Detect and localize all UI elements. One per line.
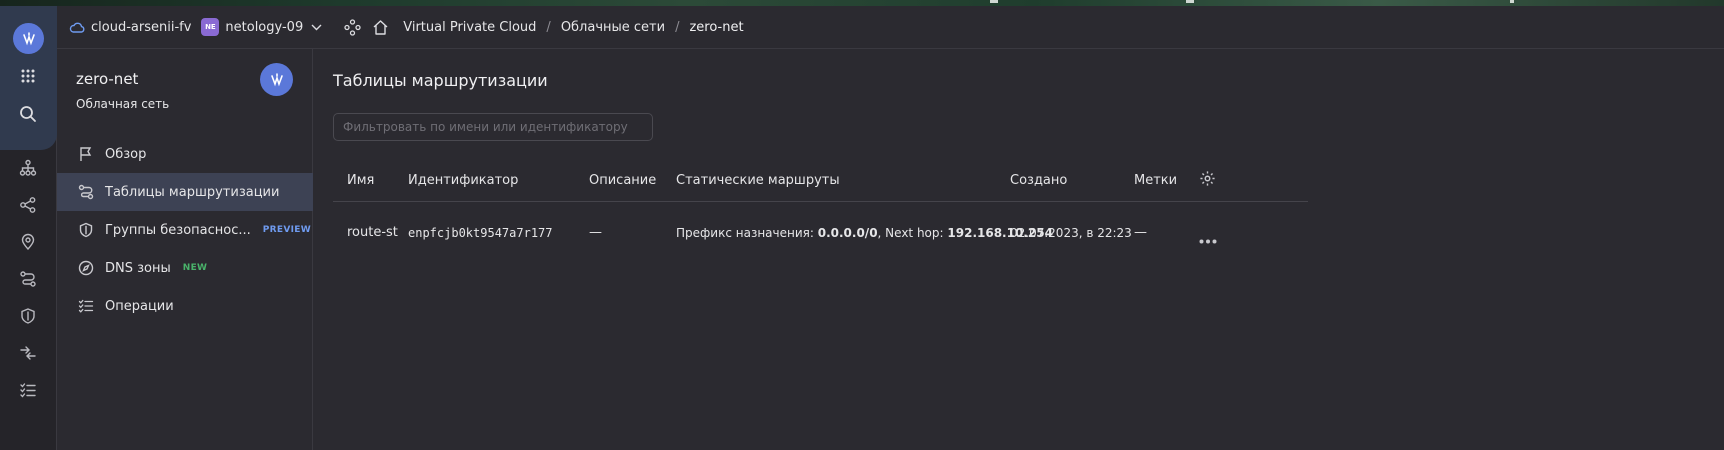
cell-labels: — (1134, 225, 1147, 240)
resource-subtitle: Облачная сеть (76, 97, 170, 111)
service-avatar-icon (260, 63, 293, 96)
cell-static-routes: Префикс назначения: 0.0.0.0/0, Next hop:… (676, 226, 1053, 240)
flag-icon (76, 144, 96, 164)
column-header-name[interactable]: Имя (347, 173, 374, 188)
sidebar-item-security-groups[interactable]: Группы безопаснос... PREVIEW (57, 211, 313, 249)
dns-icon (76, 258, 96, 278)
cell-name[interactable]: route-st (347, 225, 398, 240)
route-icon[interactable] (14, 265, 42, 293)
sidebar-item-label: Группы безопаснос... (105, 222, 251, 238)
left-rail (0, 6, 57, 450)
location-pin-icon[interactable] (14, 228, 42, 256)
folder-name: netology-09 (225, 19, 304, 35)
folder-selector[interactable]: NE netology-09 (201, 18, 322, 36)
main-content: Таблицы маршрутизации Имя Идентификатор … (313, 49, 1724, 450)
breadcrumb-vpc[interactable]: Virtual Private Cloud (403, 20, 536, 35)
cell-id: enpfcjb0kt9547a7r177 (408, 226, 553, 240)
cloud-icon (69, 21, 85, 33)
row-actions-more-icon[interactable] (1199, 233, 1217, 248)
column-header-static-routes[interactable]: Статические маршруты (676, 173, 840, 188)
shield-icon (76, 220, 96, 240)
resource-title: zero-net (76, 70, 139, 88)
strip-fragment (1510, 0, 1514, 3)
table-settings-gear-icon[interactable] (1199, 170, 1216, 191)
transfer-arrows-icon[interactable] (14, 339, 42, 367)
sidebar-item-dns-zones[interactable]: DNS зоны NEW (57, 249, 313, 287)
column-header-description[interactable]: Описание (589, 173, 656, 188)
route-prefix-value: 0.0.0.0/0 (817, 226, 878, 240)
operations-icon (76, 296, 96, 316)
strip-fragment (990, 0, 998, 3)
sidebar-item-label: Операции (105, 298, 174, 314)
cell-description: — (589, 225, 602, 240)
services-icon[interactable] (344, 18, 361, 36)
column-header-created[interactable]: Создано (1010, 173, 1067, 188)
breadcrumb-cloud-networks[interactable]: Облачные сети (561, 20, 665, 35)
top-bar: cloud-arsenii-fv NE netology-09 Virtual … (57, 6, 1724, 49)
home-icon[interactable] (372, 19, 389, 36)
breadcrumb-current: zero-net (689, 19, 744, 35)
filter-input[interactable] (333, 113, 653, 141)
strip-fragment (1186, 0, 1194, 3)
breadcrumb-separator: / (675, 19, 680, 35)
cloud-name: cloud-arsenii-fv (91, 19, 192, 35)
chevron-down-icon (311, 24, 322, 31)
page-title: Таблицы маршрутизации (333, 71, 548, 90)
sidebar-item-route-tables[interactable]: Таблицы маршрутизации (57, 173, 313, 211)
network-icon[interactable] (14, 154, 42, 182)
route-icon (76, 182, 96, 202)
search-icon[interactable] (14, 100, 42, 128)
sidebar-item-label: DNS зоны (105, 260, 171, 276)
route-hop-label: , Next hop: (877, 226, 944, 240)
column-header-labels[interactable]: Метки (1134, 173, 1177, 188)
shield-icon[interactable] (14, 302, 42, 330)
apps-grid-icon[interactable] (14, 62, 42, 90)
sidebar-item-operations[interactable]: Операции (57, 287, 313, 325)
column-header-id[interactable]: Идентификатор (408, 173, 518, 188)
table-header-divider (333, 201, 1308, 202)
cell-created: 02.07.2023, в 22:23 (1010, 226, 1132, 240)
sidebar-item-label: Таблицы маршрутизации (105, 184, 280, 200)
sidebar-item-label: Обзор (105, 146, 147, 162)
preview-badge: PREVIEW (262, 225, 311, 235)
sidebar-item-overview[interactable]: Обзор (57, 135, 313, 173)
folder-badge: NE (201, 18, 220, 36)
checklist-icon[interactable] (14, 376, 42, 404)
breadcrumb-separator: / (546, 19, 551, 35)
route-prefix-label: Префикс назначения: (676, 226, 814, 240)
resource-sidebar: zero-net Облачная сеть Обзор Таблицы мар… (57, 49, 313, 450)
cloud-selector[interactable]: cloud-arsenii-fv (69, 20, 191, 35)
share-nodes-icon[interactable] (14, 191, 42, 219)
yandex-cloud-logo-icon[interactable] (13, 23, 44, 54)
new-badge: NEW (182, 263, 208, 273)
